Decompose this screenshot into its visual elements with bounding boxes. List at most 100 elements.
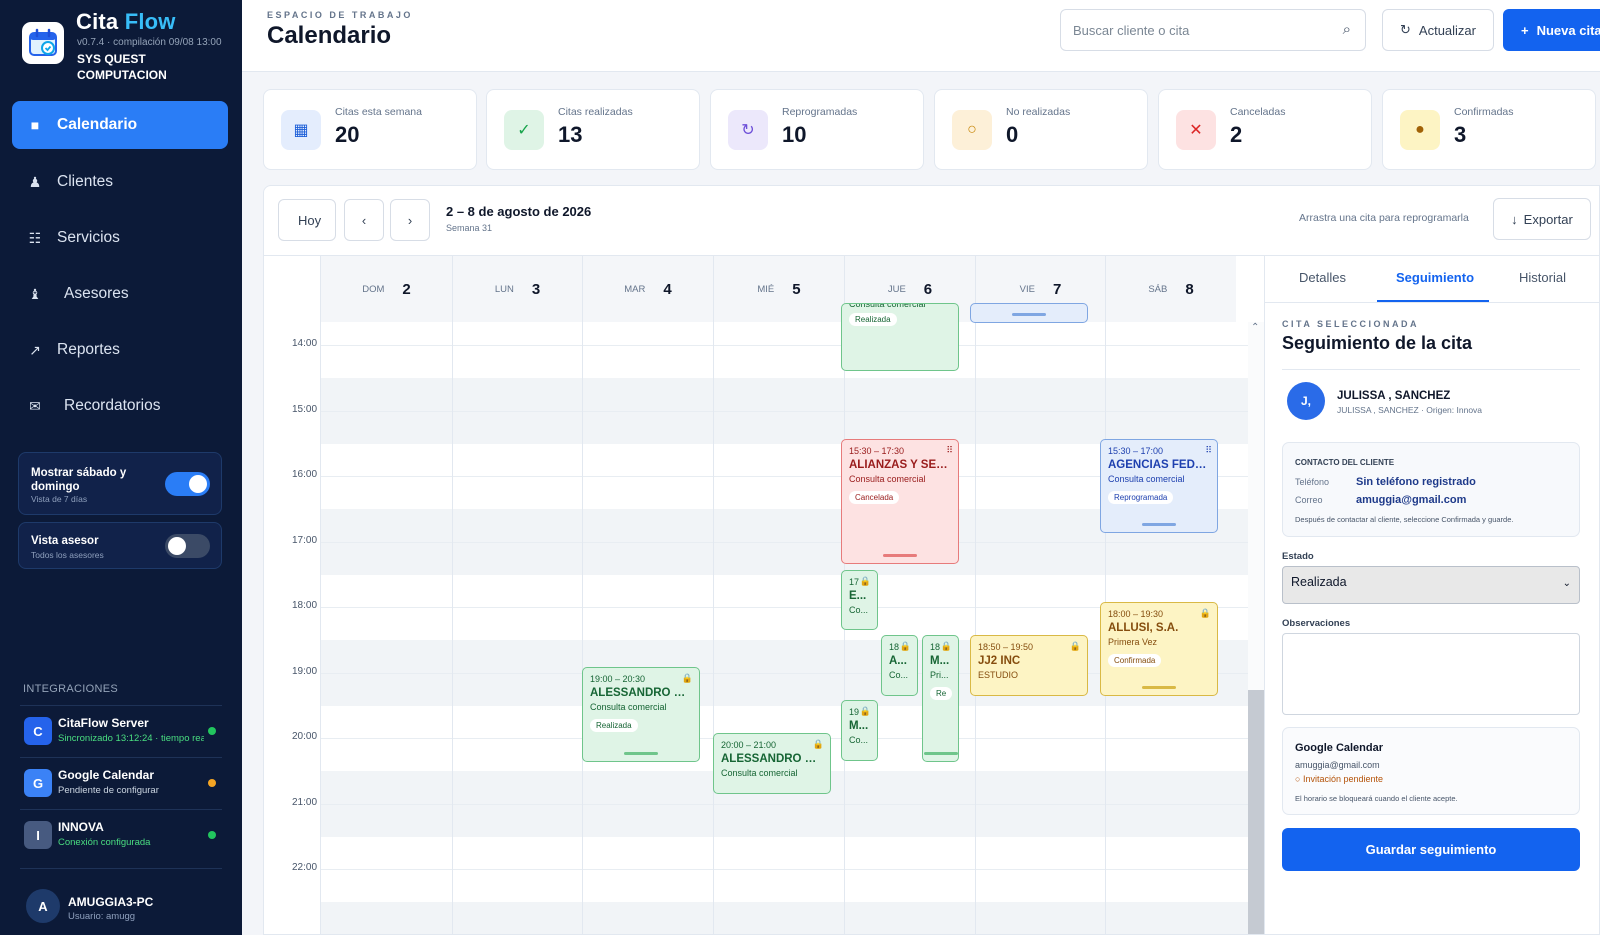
event-time: 18:50 – 19:50 (978, 642, 1034, 652)
day-number: 6 (923, 280, 933, 298)
drag-handle[interactable] (923, 752, 958, 755)
appointment-event[interactable]: 19:00 – 20:30 ALESSANDRO MA... Consulta co… (582, 667, 700, 762)
hour-row[interactable] (320, 312, 1248, 378)
appointment-event[interactable]: 17 E... Co... 🔒 (841, 570, 878, 630)
refresh-button[interactable]: ↻ Actualizar (1382, 9, 1494, 51)
stat-value: 20 (335, 122, 360, 147)
app-logo (22, 22, 64, 64)
observations-textarea[interactable] (1282, 633, 1580, 715)
drag-handle[interactable] (1142, 686, 1176, 689)
next-week-button[interactable]: › (390, 199, 430, 241)
tab-historial[interactable]: Historial (1519, 270, 1566, 285)
drag-hint: Arrastra una cita para reprogramarla (1299, 212, 1469, 224)
stat-label: Citas esta semana (335, 106, 422, 118)
email-value[interactable]: amuggia@gmail.com (1356, 494, 1466, 506)
nav-item-calendario[interactable]: ■ Calendario (12, 101, 228, 149)
stat-icon: ○ (952, 110, 992, 150)
app-version: v0.7.4 · compilación 09/08 13:00 (77, 37, 222, 48)
stat-value: 13 (558, 122, 583, 147)
lock-icon: 🔒 (1069, 641, 1081, 651)
today-button[interactable]: Hoy (278, 199, 336, 241)
export-button[interactable]: ↓ Exportar (1493, 198, 1591, 240)
drag-grip-icon[interactable]: ⠿ (1205, 445, 1212, 456)
lock-icon: 🔒 (859, 706, 871, 716)
pending-icon: ○ (1295, 774, 1303, 784)
tab-detalles[interactable]: Detalles (1299, 270, 1346, 285)
phone-value: Sin teléfono registrado (1356, 476, 1476, 488)
status-select[interactable]: Realizada ⌄ (1282, 566, 1580, 604)
day-column-line (582, 322, 583, 934)
nav-item-clientes[interactable]: ♟ Clientes (12, 158, 228, 206)
appointment-event[interactable]: 18 A... Co... 🔒 (881, 635, 918, 696)
advisor-icon: ♝ (28, 285, 42, 302)
integration-citaflow[interactable]: C CitaFlow Server Sincronizado 13:12:24 … (20, 705, 222, 755)
switch-knob (168, 537, 186, 555)
time-label: 19:00 (292, 665, 318, 677)
drag-handle[interactable] (1142, 523, 1176, 526)
new-appointment-button[interactable]: + Nueva cita (1503, 9, 1600, 51)
appointment-event[interactable] (970, 303, 1088, 323)
nav-item-servicios[interactable]: ☷ Servicios (12, 214, 228, 262)
appointment-event[interactable]: 18:00 – 19:30 ALLUSI, S.A. Primera Vez Conf… (1100, 602, 1218, 696)
day-name: MIÉ (757, 283, 775, 295)
search-input[interactable]: Buscar cliente o cita ⌕ (1060, 9, 1366, 51)
half-hour-line (320, 541, 1248, 543)
appointment-event[interactable]: Consulta comercial Realizada (841, 303, 959, 371)
event-client: AGENCIAS FEDUR... (1108, 459, 1211, 471)
integration-name: Google Calendar (58, 768, 155, 782)
scroll-up-icon[interactable]: ⌃ (1251, 322, 1259, 333)
weekend-switch[interactable] (165, 472, 210, 496)
tab-seguimiento[interactable]: Seguimiento (1396, 270, 1474, 285)
contact-note: Después de contactar al cliente, selecci… (1295, 515, 1514, 524)
appointment-event[interactable]: 18 M... Pri... Re 🔒 (922, 635, 959, 762)
hour-row[interactable] (320, 377, 1248, 444)
event-client: M... (930, 655, 950, 667)
hour-row[interactable] (320, 901, 1248, 934)
panel-kicker: CITA SELECCIONADA (1282, 319, 1419, 329)
user-profile[interactable]: A AMUGGIA3-PC Usuario: amugg (20, 868, 222, 928)
day-column-line (713, 322, 714, 934)
nav-item-reportes[interactable]: ↗ Reportes (12, 326, 228, 374)
event-client: ALESSANDRO MA... (721, 753, 824, 765)
half-hour-line (320, 410, 1248, 412)
drag-handle[interactable] (883, 554, 917, 557)
stat-value: 3 (1454, 122, 1467, 147)
grid-scrollbar[interactable]: ⌃ (1248, 322, 1264, 934)
integration-innova[interactable]: I INNOVA Conexión configurada (20, 809, 222, 859)
observations-label: Observaciones (1282, 618, 1351, 629)
drag-handle[interactable] (624, 752, 658, 755)
nav-item-asesores[interactable]: ♝ Asesores (12, 270, 228, 318)
time-label: 15:00 (292, 403, 318, 415)
appointment-event[interactable]: 20:00 – 21:00 ALESSANDRO MA... Consulta co… (713, 733, 831, 794)
appointment-event[interactable]: 15:30 – 17:30 ALIANZAS Y SERV... Consulta … (841, 439, 959, 564)
event-client: JJ2 INC (978, 655, 1021, 667)
scrollbar-thumb[interactable] (1248, 690, 1264, 934)
search-placeholder: Buscar cliente o cita (1073, 23, 1190, 38)
drag-handle[interactable] (1012, 313, 1046, 316)
integration-name: INNOVA (58, 820, 104, 834)
nav-item-recordatorios[interactable]: ✉ Recordatorios (12, 382, 228, 430)
hour-row[interactable] (320, 836, 1248, 902)
save-followup-button[interactable]: Guardar seguimiento (1282, 828, 1580, 871)
email-label: Correo (1295, 495, 1323, 505)
appointment-event[interactable]: 15:30 – 17:00 AGENCIAS FEDUR... Consulta c… (1100, 439, 1218, 533)
user-sub: Usuario: amugg (68, 911, 136, 922)
day-number: 3 (531, 280, 541, 298)
time-label: 16:00 (292, 469, 318, 480)
plus-icon: + (1521, 22, 1529, 38)
advisor-switch[interactable] (165, 534, 210, 558)
drag-grip-icon[interactable]: ⠿ (946, 445, 953, 456)
time-label: 14:00 (292, 338, 318, 349)
stat-icon: ▦ (281, 110, 321, 150)
stat-card: ✓ Citas realizadas 13 (486, 89, 700, 170)
day-number: 5 (792, 280, 801, 298)
brand-part2: Flow (124, 9, 176, 34)
stat-label: Canceladas (1230, 106, 1286, 118)
lock-icon: 🔒 (899, 641, 911, 651)
integration-google-calendar[interactable]: G Google Calendar Pendiente de configura… (20, 757, 222, 807)
event-service: Co... (849, 735, 869, 745)
chevron-left-icon: ‹ (361, 212, 367, 228)
prev-week-button[interactable]: ‹ (344, 199, 384, 241)
appointment-event[interactable]: 19 M... Co... 🔒 (841, 700, 878, 761)
appointment-event[interactable]: 18:50 – 19:50 JJ2 INC ESTUDIO 🔒 (970, 635, 1088, 696)
